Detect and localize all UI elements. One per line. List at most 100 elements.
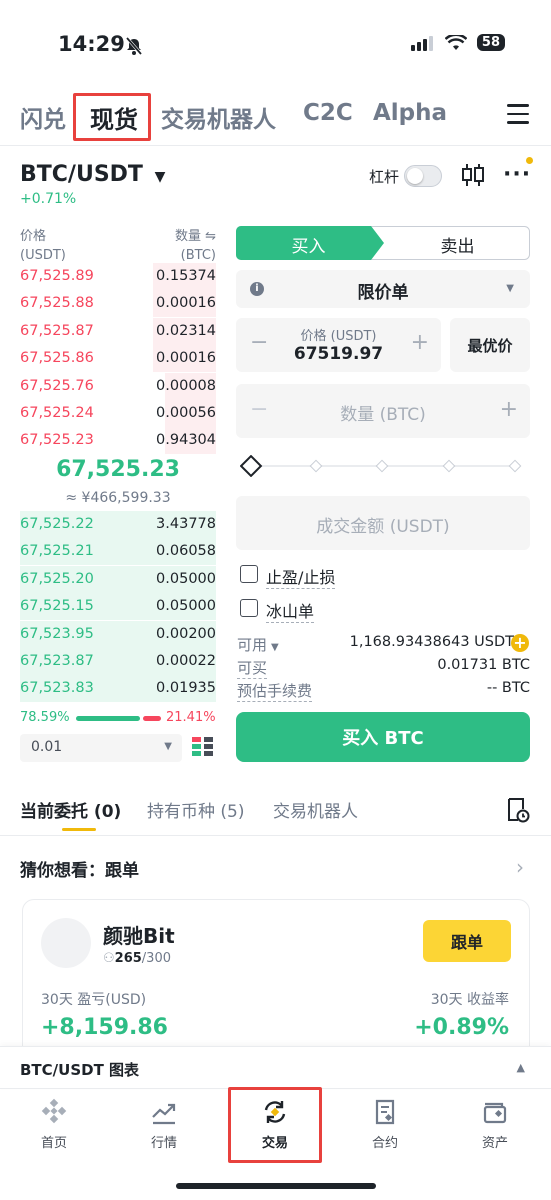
order-type-label: 限价单: [357, 283, 409, 303]
row-price: 67,525.87: [20, 322, 94, 339]
caret-down-icon: ▼: [154, 169, 166, 185]
row-price: 67,525.88: [20, 295, 94, 312]
bid-row[interactable]: 67,523.87 0.00022: [20, 648, 216, 675]
amount-slider[interactable]: [240, 455, 526, 477]
iceberg-label: 冰山单: [266, 598, 315, 623]
followers-count: ⚇265/300: [103, 951, 171, 966]
pair-selector[interactable]: BTC/USDT ▼: [20, 162, 165, 187]
nav-divider: [0, 145, 551, 146]
ask-row[interactable]: 67,525.88 0.00016: [20, 290, 216, 318]
sell-tab[interactable]: 卖出: [385, 232, 530, 257]
ask-row[interactable]: 67,525.86 0.00016: [20, 345, 216, 373]
row-qty: 0.05000: [156, 570, 216, 587]
can-buy-value: 0.01731 BTC: [437, 657, 530, 673]
price-input[interactable]: − 价格 (USDT) 67519.97 +: [236, 318, 441, 372]
row-qty: 0.94304: [156, 432, 216, 449]
depth-view-icon[interactable]: [192, 736, 214, 758]
buy-tab[interactable]: 买入: [236, 232, 381, 257]
silent-bell-icon: [125, 37, 143, 55]
ask-row[interactable]: 67,525.89 0.15374: [20, 263, 216, 290]
row-price: 67,523.87: [20, 653, 94, 669]
precision-select[interactable]: 0.01 ▼: [20, 734, 182, 762]
bid-row[interactable]: 67,525.20 0.05000: [20, 565, 216, 593]
notification-dot: [526, 157, 533, 164]
tab-open-orders[interactable]: 当前委托 (0): [20, 797, 121, 822]
iceberg-checkbox[interactable]: [240, 599, 258, 617]
add-funds-icon[interactable]: +: [511, 634, 529, 652]
trade-highlight-box: [228, 1087, 322, 1163]
guess-title: 猜你想看：跟单: [20, 861, 139, 881]
nav-markets[interactable]: 行情: [134, 1098, 194, 1151]
bid-row[interactable]: 67,523.95 0.00200: [20, 620, 216, 648]
tp-sl-label: 止盈/止损: [266, 564, 336, 589]
battery-indicator: 58: [476, 34, 505, 51]
ask-row[interactable]: 67,525.76 0.00008: [20, 372, 216, 400]
nav-assets[interactable]: 资产: [465, 1098, 525, 1151]
pair-change: +0.71%: [20, 191, 77, 207]
row-qty: 0.00016: [156, 350, 216, 367]
chart-toggle-bar[interactable]: BTC/USDT 图表 ▲: [0, 1046, 551, 1088]
available-label[interactable]: 可用 ▼: [237, 634, 279, 655]
order-type-select[interactable]: i 限价单 ▼: [236, 270, 530, 308]
price-plus-button[interactable]: +: [411, 330, 429, 355]
nav-home-label: 首页: [40, 1136, 67, 1151]
nav-futures[interactable]: 合约: [355, 1098, 415, 1151]
more-icon[interactable]: ···: [503, 162, 531, 187]
row-qty: 0.15374: [156, 268, 216, 284]
nav-home[interactable]: 首页: [24, 1098, 84, 1151]
last-price: 67,525.23: [56, 457, 180, 482]
available-value: 1,168.93438643 USDT: [349, 634, 514, 650]
sell-ratio: 21.41%: [166, 710, 216, 725]
amount-input[interactable]: 成交金额 (USDT): [236, 496, 530, 550]
fee-value: -- BTC: [486, 680, 530, 696]
tab-holdings[interactable]: 持有币种 (5): [147, 797, 244, 822]
active-tab-indicator: [62, 828, 96, 831]
row-price: 67,525.89: [20, 268, 94, 284]
leverage-toggle[interactable]: [404, 165, 442, 187]
bid-row[interactable]: 67,523.83 0.01935: [20, 675, 216, 703]
order-history-icon[interactable]: [506, 797, 530, 823]
row-price: 67,523.83: [20, 680, 94, 697]
row-qty: 0.05000: [156, 598, 216, 615]
buy-ratio-bar: [76, 716, 140, 721]
tp-sl-checkbox[interactable]: [240, 565, 258, 583]
tab-bots[interactable]: 交易机器人: [273, 797, 358, 822]
caret-up-icon: ▲: [516, 1061, 525, 1074]
candlestick-icon[interactable]: [461, 162, 485, 188]
caret-down-icon: ▼: [164, 741, 172, 752]
ob-qty-header[interactable]: 数量 ⇋ (BTC): [150, 227, 216, 265]
bid-row[interactable]: 67,525.15 0.05000: [20, 593, 216, 621]
buy-btc-button[interactable]: 买入 BTC: [236, 712, 530, 762]
row-qty: 3.43778: [156, 516, 216, 532]
markets-chart-icon: [152, 1103, 176, 1125]
ask-row[interactable]: 67,525.23 0.94304: [20, 427, 216, 455]
bid-row[interactable]: 67,525.22 3.43778: [20, 511, 216, 538]
users-icon: ⚇: [103, 951, 115, 966]
quantity-input[interactable]: − 数量 (BTC) +: [236, 384, 530, 438]
ask-row[interactable]: 67,525.87 0.02314: [20, 317, 216, 345]
best-price-button[interactable]: 最优价: [450, 318, 530, 372]
ask-row[interactable]: 67,525.24 0.00056: [20, 400, 216, 427]
row-qty: 0.00022: [156, 653, 216, 669]
tab-c2c[interactable]: C2C: [303, 100, 353, 126]
copy-trader-card[interactable]: 颜驰Bit ⚇265/300 跟单 30天 盈亏(USD) +8,159.86 …: [22, 899, 530, 1059]
can-buy-label: 可买: [237, 659, 268, 679]
tab-trading-bots[interactable]: 交易机器人: [161, 100, 276, 134]
follow-button[interactable]: 跟单: [423, 920, 511, 962]
qty-plus-button[interactable]: +: [500, 397, 518, 422]
chevron-right-icon[interactable]: ›: [516, 855, 524, 879]
tab-flash-swap[interactable]: 闪兑: [20, 100, 66, 134]
row-qty: 0.06058: [156, 543, 216, 560]
status-icons: 58: [410, 34, 505, 51]
bid-row[interactable]: 67,525.21 0.06058: [20, 538, 216, 566]
caret-down-icon: ▼: [506, 283, 514, 294]
spot-highlight-box: [73, 93, 151, 141]
row-price: 67,525.23: [20, 432, 94, 449]
last-price-cny: ≈ ¥466,599.33: [65, 490, 171, 506]
wallet-icon: [483, 1102, 507, 1124]
tab-alpha[interactable]: Alpha: [373, 100, 447, 126]
fee-label: 预估手续费: [237, 682, 313, 702]
status-time: 14:29: [58, 32, 125, 56]
menu-icon[interactable]: [507, 104, 529, 130]
row-price: 67,525.86: [20, 350, 94, 367]
